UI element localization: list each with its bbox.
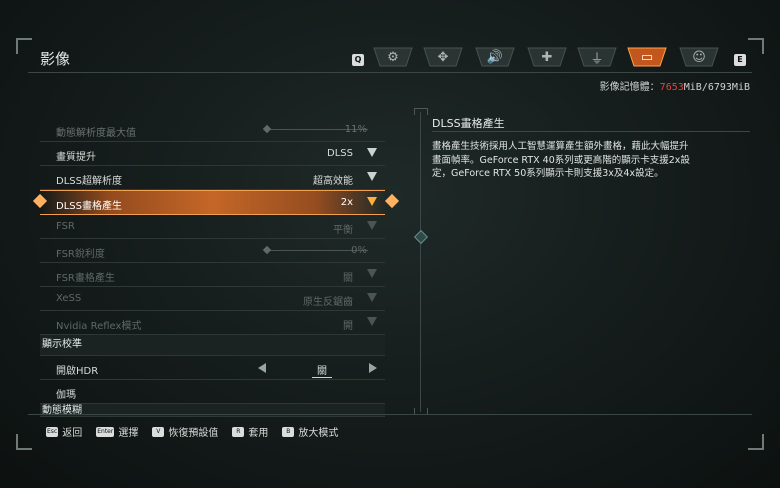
- section-motion-blur: 動態模糊: [40, 404, 385, 417]
- section-display-calibration: 顯示校準: [40, 335, 385, 356]
- gear-icon: ⚙: [387, 49, 399, 65]
- frame-corner: [748, 434, 764, 450]
- setting-label: FSR畫格產生: [56, 273, 115, 284]
- b-key: B: [282, 426, 295, 437]
- next-tab-key[interactable]: E: [734, 54, 746, 66]
- settings-list: 動態解析度最大值 11% 畫質提升 DLSS DLSS超解析度 超高效能 DLS…: [32, 118, 400, 417]
- setting-value: 原生反鋸齒: [303, 297, 353, 308]
- setting-label: FSR銳利度: [56, 249, 105, 260]
- setting-nvidia-reflex[interactable]: Nvidia Reflex模式 開: [40, 311, 385, 335]
- setting-label: 動態解析度最大值: [56, 128, 136, 139]
- slider-knob[interactable]: [262, 245, 272, 255]
- setting-dynamic-resolution[interactable]: 動態解析度最大值 11%: [40, 118, 385, 142]
- setting-fsr[interactable]: FSR 平衡: [40, 215, 385, 239]
- dropdown-arrow-icon[interactable]: [367, 172, 377, 181]
- r-key: R: [232, 426, 245, 437]
- setting-value: 關: [343, 273, 353, 284]
- memory-used: 7653: [659, 82, 684, 93]
- esc-key: Esc: [46, 426, 59, 437]
- setting-label: 開啟HDR: [56, 366, 99, 377]
- divider-cap: [414, 108, 428, 115]
- zoom-label: 放大模式: [298, 428, 339, 439]
- tab-accessibility[interactable]: ☺: [678, 46, 720, 68]
- back-hint[interactable]: Esc 返回: [46, 424, 82, 439]
- arrow-left-icon[interactable]: [258, 363, 266, 373]
- slider-knob[interactable]: [262, 124, 272, 134]
- setting-label: FSR: [56, 221, 75, 232]
- setting-value: DLSS: [327, 148, 353, 159]
- setting-xess[interactable]: XeSS 原生反鋸齒: [40, 287, 385, 311]
- select-label: 選擇: [118, 428, 139, 439]
- setting-label: 畫質提升: [56, 152, 96, 163]
- description-divider: [432, 131, 750, 132]
- arrow-right-icon[interactable]: [369, 363, 377, 373]
- footer-hints: Esc 返回 Enter 選擇 V 恢復預設值 R 套用 B 放大模式: [46, 424, 338, 439]
- back-label: 返回: [62, 428, 83, 439]
- dropdown-arrow-icon[interactable]: [367, 197, 377, 206]
- joystick-icon: ⏚: [590, 51, 604, 67]
- enter-key: Enter: [96, 426, 115, 437]
- setting-label: DLSS畫格產生: [56, 201, 122, 212]
- setting-fsr-sharpness[interactable]: FSR銳利度 0%: [40, 239, 385, 263]
- tab-controls[interactable]: ✥: [422, 46, 464, 68]
- reset-label: 恢復預設值: [168, 428, 219, 439]
- apply-hint[interactable]: R 套用: [232, 424, 268, 439]
- dropdown-arrow-icon[interactable]: [367, 293, 377, 302]
- setting-upscaling[interactable]: 畫質提升 DLSS: [40, 142, 385, 166]
- dropdown-arrow-icon[interactable]: [367, 317, 377, 326]
- video-memory-readout: 影像記憶體：7653MiB/6793MiB: [600, 78, 750, 93]
- footer-divider: [28, 414, 752, 415]
- setting-label: Nvidia Reflex模式: [56, 321, 142, 332]
- setting-value: 0%: [351, 245, 367, 256]
- accessibility-icon: ☺: [692, 49, 706, 65]
- zoom-mode-hint[interactable]: B 放大模式: [282, 424, 338, 439]
- dropdown-arrow-icon[interactable]: [367, 221, 377, 230]
- audio-icon: 🔊: [486, 49, 504, 65]
- tab-general[interactable]: ⚙: [372, 46, 414, 68]
- description-title: DLSS畫格產生: [432, 117, 505, 130]
- setting-label: XeSS: [56, 293, 82, 304]
- frame-corner: [16, 38, 32, 54]
- reset-defaults-hint[interactable]: V 恢復預設值: [152, 424, 218, 439]
- setting-fsr-frame-generation[interactable]: FSR畫格產生 關: [40, 263, 385, 287]
- page-title: 影像: [40, 50, 71, 68]
- setting-value: 關: [312, 362, 332, 378]
- tab-input[interactable]: ⏚: [576, 46, 618, 68]
- dropdown-arrow-icon[interactable]: [367, 148, 377, 157]
- move-icon: ✚: [541, 49, 553, 65]
- memory-total: MiB/6793MiB: [683, 82, 750, 93]
- display-icon: ▭: [640, 49, 654, 65]
- description-body: 畫格產生技術採用人工智慧運算產生額外畫格，藉此大幅提升畫面幀率。GeForce …: [432, 141, 690, 179]
- setting-value: 2x: [340, 197, 353, 208]
- panel-divider: [420, 112, 421, 412]
- setting-label: DLSS超解析度: [56, 176, 122, 187]
- setting-dlss-super-resolution[interactable]: DLSS超解析度 超高效能: [40, 166, 385, 190]
- setting-label: 伽瑪: [56, 390, 76, 401]
- dropdown-arrow-icon[interactable]: [367, 269, 377, 278]
- apply-label: 套用: [248, 428, 269, 439]
- setting-value: 超高效能: [313, 176, 353, 187]
- setting-value: 11%: [344, 124, 367, 135]
- frame-corner: [748, 38, 764, 54]
- frame-corner: [16, 434, 32, 450]
- v-key: V: [152, 426, 165, 437]
- prev-tab-key[interactable]: Q: [352, 54, 364, 66]
- tab-display[interactable]: ▭: [626, 46, 668, 68]
- setting-value: 平衡: [333, 225, 353, 236]
- setting-value: 開: [343, 321, 353, 332]
- header-divider: [28, 72, 752, 73]
- memory-label: 影像記憶體：: [599, 82, 660, 93]
- setting-hdr[interactable]: 開啟HDR 關: [40, 356, 385, 380]
- tab-audio[interactable]: 🔊: [474, 46, 516, 68]
- setting-dlss-frame-generation[interactable]: DLSS畫格產生 2x: [32, 190, 400, 215]
- tab-camera[interactable]: ✚: [526, 46, 568, 68]
- gamepad-icon: ✥: [437, 49, 449, 65]
- select-hint[interactable]: Enter 選擇: [96, 424, 138, 439]
- setting-gamma[interactable]: 伽瑪: [40, 380, 385, 404]
